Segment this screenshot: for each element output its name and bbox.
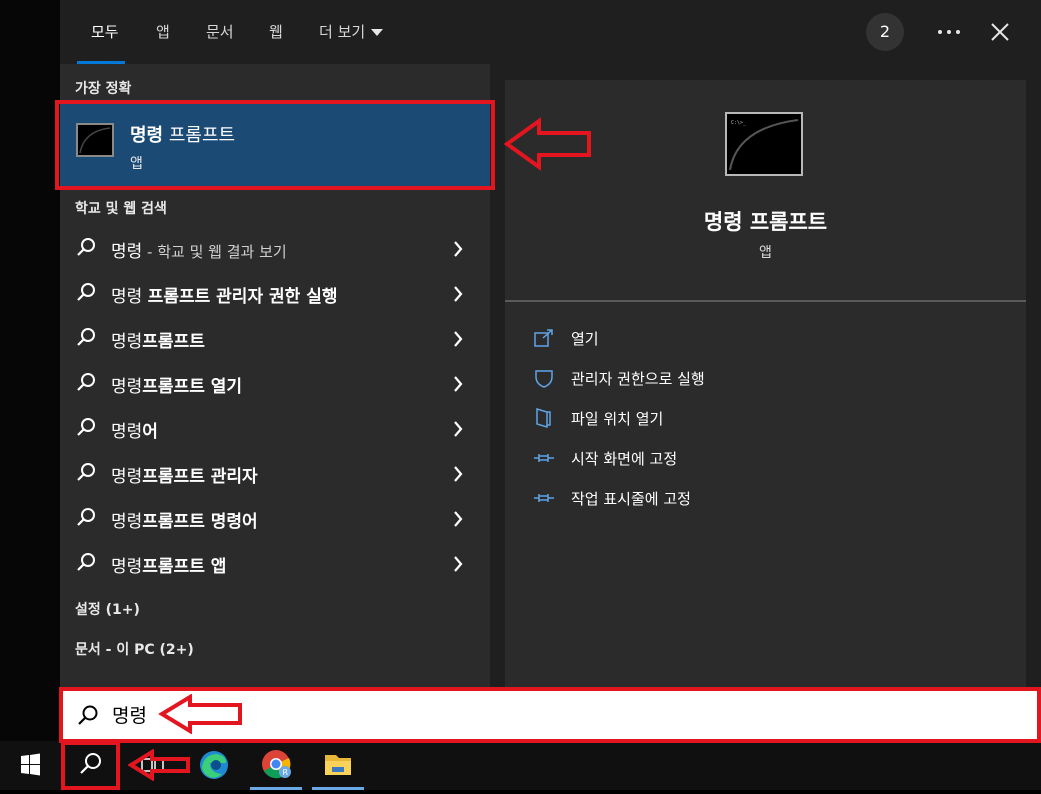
list-item[interactable]: 명령프롬프트 앱 bbox=[60, 541, 490, 586]
folder-icon bbox=[536, 407, 551, 429]
shield-icon bbox=[535, 370, 553, 388]
list-item[interactable]: 명령어 bbox=[60, 406, 490, 451]
list-item[interactable]: 명령 프롬프트 관리자 권한 실행 bbox=[60, 271, 490, 316]
search-icon bbox=[77, 553, 95, 571]
chevron-right-icon bbox=[454, 556, 463, 572]
highlight-best-match bbox=[55, 100, 495, 190]
open-icon bbox=[534, 329, 553, 347]
chevron-right-icon bbox=[454, 331, 463, 347]
pin-icon bbox=[534, 494, 554, 502]
section-best-match: 가장 정확 bbox=[75, 81, 132, 97]
list-item[interactable]: 명령프롬프트 열기 bbox=[60, 361, 490, 406]
chrome-icon: R bbox=[262, 750, 291, 779]
tab-web[interactable]: 웹 bbox=[269, 0, 283, 64]
tab-apps[interactable]: 앱 bbox=[156, 0, 170, 64]
section-documents[interactable]: 문서 - 이 PC (2+) bbox=[75, 639, 194, 659]
search-icon bbox=[77, 373, 95, 391]
list-item[interactable]: 명령 - 학교 및 웹 결과 보기 bbox=[60, 226, 490, 271]
list-item[interactable]: 명령프롬프트 명령어 bbox=[60, 496, 490, 541]
tab-all[interactable]: 모두 bbox=[91, 0, 119, 64]
preview-title: 명령 프롬프트 bbox=[703, 210, 828, 234]
windows-logo-icon bbox=[21, 753, 40, 776]
action-open-file-location-label: 파일 위치 열기 bbox=[571, 410, 664, 428]
tab-more[interactable]: 더 보기 bbox=[319, 0, 384, 64]
search-icon bbox=[77, 463, 95, 481]
caret-down-icon bbox=[371, 29, 384, 36]
section-settings[interactable]: 설정 (1+) bbox=[75, 599, 140, 619]
pin-icon bbox=[534, 454, 554, 462]
rewards-badge[interactable]: 2 bbox=[866, 13, 904, 51]
search-icon bbox=[77, 418, 95, 436]
action-pin-to-taskbar-label: 작업 표시줄에 고정 bbox=[571, 490, 691, 508]
highlight-taskbar-search bbox=[61, 741, 120, 790]
list-item[interactable]: 명령프롬프트 bbox=[60, 316, 490, 361]
action-run-as-admin-label: 관리자 권한으로 실행 bbox=[571, 370, 705, 388]
search-icon bbox=[77, 328, 95, 346]
action-open-label: 열기 bbox=[571, 330, 599, 348]
divider bbox=[505, 300, 1026, 302]
svg-text:R: R bbox=[283, 768, 289, 777]
chevron-right-icon bbox=[454, 376, 463, 392]
tab-more-label: 더 보기 bbox=[319, 23, 366, 41]
action-pin-to-start-label: 시작 화면에 고정 bbox=[571, 450, 678, 468]
folder-icon bbox=[325, 755, 351, 775]
close-icon[interactable] bbox=[986, 16, 1014, 48]
list-item[interactable]: 명령프롬프트 관리자 bbox=[60, 451, 490, 496]
desktop-edge bbox=[0, 0, 60, 741]
chrome-browser-button[interactable]: R bbox=[250, 741, 302, 790]
search-filter-bar: 모두 앱 문서 웹 더 보기 2 bbox=[60, 0, 1041, 64]
chevron-right-icon bbox=[454, 421, 463, 437]
search-icon bbox=[77, 238, 95, 256]
chevron-right-icon bbox=[454, 511, 463, 527]
svg-text:C:\>_: C:\>_ bbox=[731, 120, 747, 126]
arrow-left-icon bbox=[503, 117, 591, 171]
preview-type: 앱 bbox=[759, 245, 772, 261]
start-button[interactable] bbox=[4, 741, 56, 790]
preview-pane: C:\>_ 명령 프롬프트 앱 열기 관리자 권한으로 실행 파일 위치 열기 … bbox=[505, 80, 1026, 688]
arrow-left-icon bbox=[128, 749, 190, 781]
file-explorer-button[interactable] bbox=[312, 741, 364, 790]
edge-browser-button[interactable] bbox=[188, 741, 240, 790]
chevron-right-icon bbox=[454, 241, 463, 257]
chevron-right-icon bbox=[454, 466, 463, 482]
section-school-web: 학교 및 웹 검색 bbox=[75, 201, 167, 217]
edge-icon bbox=[200, 751, 228, 779]
tab-documents[interactable]: 문서 bbox=[206, 0, 234, 64]
search-icon bbox=[77, 508, 95, 526]
arrow-left-icon bbox=[158, 694, 242, 734]
chevron-right-icon bbox=[454, 286, 463, 302]
command-prompt-large-icon: C:\>_ bbox=[725, 112, 803, 176]
more-options-icon[interactable] bbox=[936, 14, 962, 50]
search-icon bbox=[77, 283, 95, 301]
